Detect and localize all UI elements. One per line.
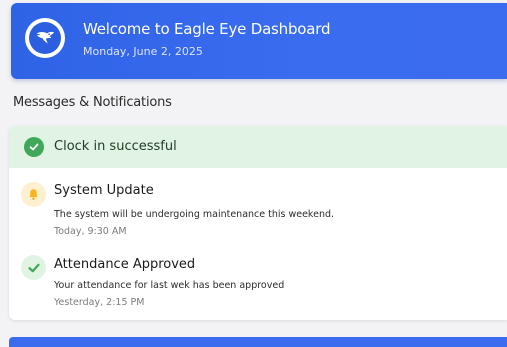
notification-description: Your attendance for last wek has been ap… xyxy=(54,280,285,291)
notification-time: Today, 9:30 AM xyxy=(54,226,127,237)
eagle-icon xyxy=(29,22,61,54)
next-panel-edge xyxy=(9,337,507,347)
notification-description: The system will be undergoing maintenanc… xyxy=(54,209,335,220)
logo xyxy=(25,18,65,58)
current-date: Monday, June 2, 2025 xyxy=(83,45,203,58)
welcome-title: Welcome to Eagle Eye Dashboard xyxy=(83,20,331,38)
bell-icon xyxy=(21,182,46,207)
notification-title: System Update xyxy=(54,183,154,198)
check-circle-icon xyxy=(24,137,44,157)
check-icon xyxy=(21,255,46,280)
notification-item-attendance-approved[interactable]: Attendance Approved Your attendance for … xyxy=(9,252,507,316)
success-text: Clock in successful xyxy=(54,139,177,154)
success-banner[interactable]: Clock in successful xyxy=(9,126,507,168)
notifications-card: Clock in successful System Update The sy… xyxy=(9,126,507,320)
notification-item-system-update[interactable]: System Update The system will be undergo… xyxy=(9,180,507,244)
section-title: Messages & Notifications xyxy=(13,95,172,110)
notification-title: Attendance Approved xyxy=(54,257,196,272)
welcome-header: Welcome to Eagle Eye Dashboard Monday, J… xyxy=(11,3,507,79)
notification-time: Yesterday, 2:15 PM xyxy=(54,297,145,308)
